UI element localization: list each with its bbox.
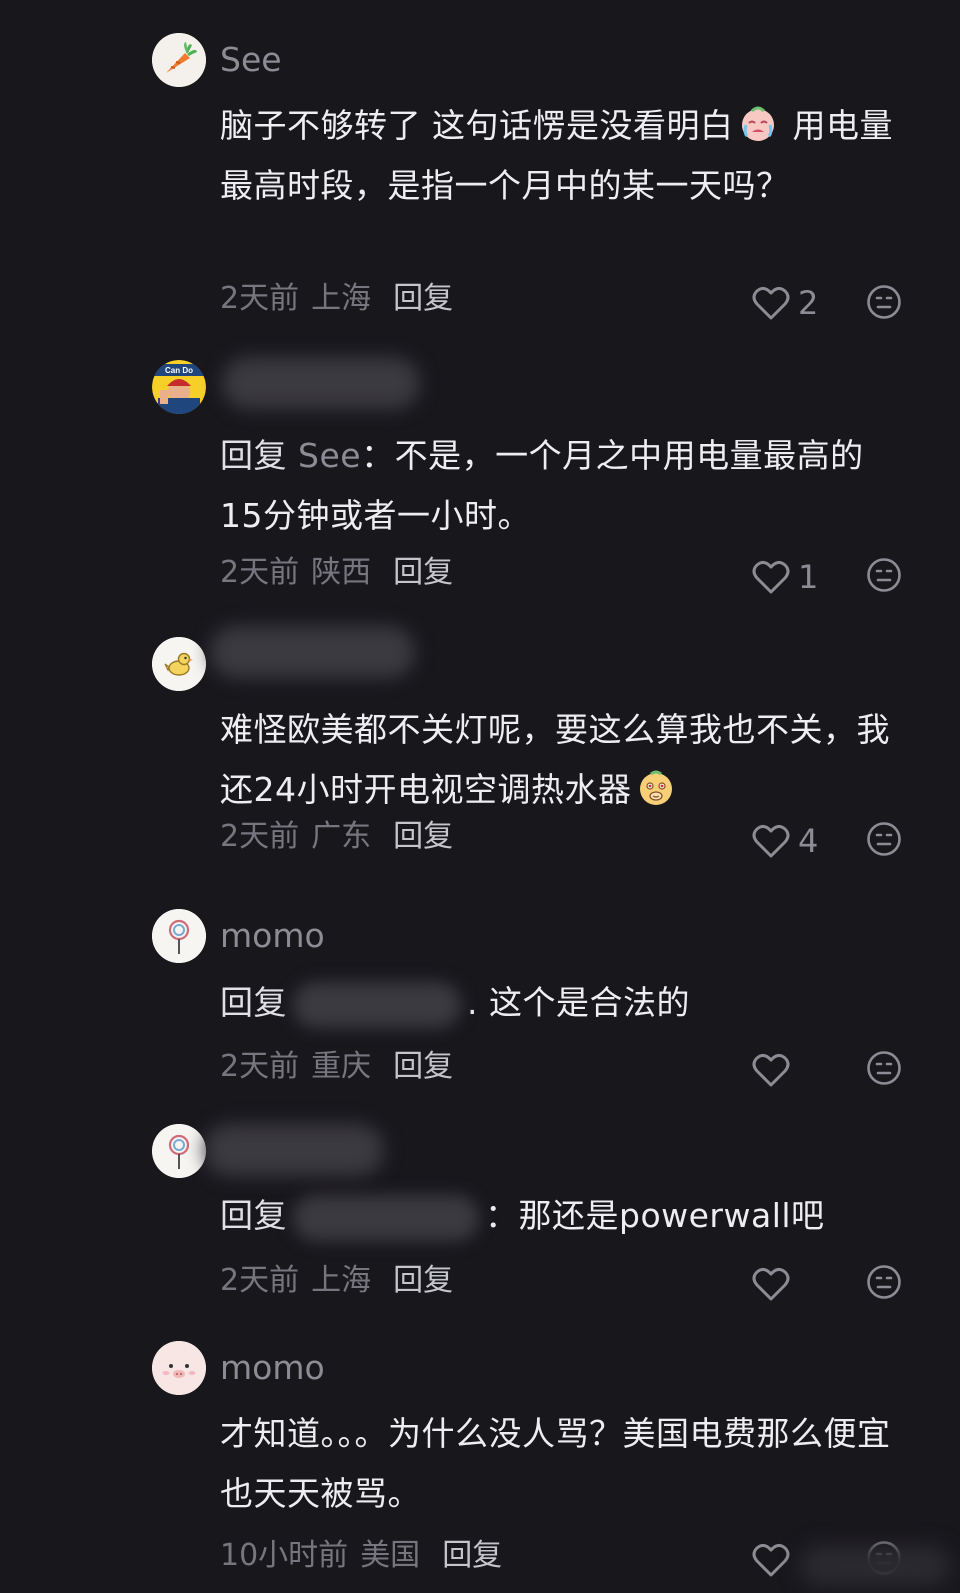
avatar-badge-text: Can Do	[165, 366, 193, 375]
emoji-reaction-button[interactable]	[866, 557, 902, 593]
comment-meta: 2天前 上海 回复	[220, 279, 453, 319]
comment-text: 回复 ：那还是powerwall吧	[220, 1186, 900, 1246]
emoji-reaction-button[interactable]	[866, 284, 902, 320]
heart-icon	[752, 1543, 790, 1577]
smirk-face-emoji	[636, 767, 676, 807]
comment-time: 2天前	[220, 555, 300, 590]
bird-avatar-icon	[152, 637, 206, 691]
avatar[interactable]	[152, 1124, 206, 1178]
watermark-overlay	[800, 1546, 950, 1586]
comment-text: 回复 See：不是，一个月之中用电量最高的15分钟或者一小时。	[220, 426, 900, 546]
comment-location: 广东	[311, 819, 372, 854]
avatar[interactable]	[152, 909, 206, 963]
reply-button[interactable]: 回复	[393, 819, 453, 854]
comment-text: 难怪欧美都不关灯呢，要这么算我也不关，我还24小时开电视空调热水器	[220, 700, 900, 820]
comment-location: 上海	[311, 1263, 372, 1298]
like-button[interactable]: 4	[752, 821, 818, 861]
crying-face-emoji	[738, 103, 778, 143]
heart-icon	[752, 286, 790, 320]
reply-button[interactable]: 回复	[393, 1049, 453, 1084]
reply-button[interactable]: 回复	[393, 1263, 453, 1298]
comment-location: 陕西	[311, 555, 372, 590]
heart-icon	[752, 824, 790, 858]
heart-icon	[752, 560, 790, 594]
like-button[interactable]	[752, 1264, 798, 1304]
comment-location: 美国	[360, 1538, 421, 1573]
comment-text-part: 脑子不够转了 这句话愣是没看明白	[220, 106, 734, 145]
emoji-reaction-button[interactable]	[866, 821, 902, 857]
comment-time: 2天前	[220, 1263, 300, 1298]
like-button[interactable]	[752, 1540, 798, 1580]
lollipop-avatar-icon	[152, 1124, 206, 1178]
redacted-username	[210, 626, 415, 678]
comment-username[interactable]: momo	[220, 1348, 325, 1388]
emoji-reaction-button[interactable]	[866, 1264, 902, 1300]
reply-button[interactable]: 回复	[393, 555, 453, 590]
comment-username[interactable]: See	[220, 40, 282, 80]
comment-location: 上海	[311, 281, 372, 316]
emoji-icon	[867, 1051, 901, 1085]
like-button[interactable]: 1	[752, 557, 818, 597]
like-count: 2	[798, 284, 819, 322]
we-can-do-it-avatar-icon: Can Do	[152, 360, 206, 414]
redacted-reply-target	[293, 981, 461, 1028]
reply-button[interactable]: 回复	[442, 1538, 502, 1573]
comment-text-part: 难怪欧美都不关灯呢，要这么算我也不关，我还24小时开电视空调热水器	[220, 710, 890, 809]
comment-meta: 2天前 陕西 回复	[220, 553, 453, 593]
reply-prefix: 回复	[220, 1196, 287, 1235]
reply-prefix: 回复	[220, 983, 287, 1022]
avatar[interactable]	[152, 1341, 206, 1395]
emoji-icon	[867, 1265, 901, 1299]
comment-time: 2天前	[220, 281, 300, 316]
heart-icon	[752, 1053, 790, 1087]
comment-text: 脑子不够转了 这句话愣是没看明白 用电量最高时段，是指一个月中的某一天吗？	[220, 96, 900, 216]
comment-location: 重庆	[311, 1049, 372, 1084]
emoji-reaction-button[interactable]	[866, 1050, 902, 1086]
avatar[interactable]	[152, 33, 206, 87]
comment-time: 2天前	[220, 1049, 300, 1084]
comment-meta: 2天前 重庆 回复	[220, 1047, 453, 1087]
redacted-username	[204, 1124, 384, 1176]
redacted-username	[222, 357, 420, 409]
comment-text-part: ：那还是powerwall吧	[485, 1196, 825, 1235]
comment-time: 10小时前	[220, 1538, 349, 1573]
like-button[interactable]: 2	[752, 283, 818, 323]
reply-button[interactable]: 回复	[393, 281, 453, 316]
avatar[interactable]: Can Do	[152, 360, 206, 414]
comment-text-part: 才知道。。。为什么没人骂？美国电费那么便宜也天天被骂。	[220, 1414, 891, 1513]
redacted-reply-target	[293, 1194, 479, 1241]
comment-text-part: . 这个是合法的	[467, 983, 690, 1022]
pig-avatar-icon	[152, 1341, 206, 1395]
like-button[interactable]	[752, 1050, 798, 1090]
comment-text: 回复 . 这个是合法的	[220, 973, 900, 1033]
comment-text: 才知道。。。为什么没人骂？美国电费那么便宜也天天被骂。	[220, 1404, 900, 1524]
emoji-icon	[867, 285, 901, 319]
comment-meta: 10小时前 美国 回复	[220, 1536, 502, 1576]
comment-time: 2天前	[220, 819, 300, 854]
like-count: 1	[798, 558, 819, 596]
carrot-avatar-icon	[152, 33, 206, 87]
comment-username[interactable]: momo	[220, 916, 325, 956]
comment-meta: 2天前 上海 回复	[220, 1261, 453, 1301]
like-count: 4	[798, 822, 819, 860]
lollipop-avatar-icon	[152, 909, 206, 963]
comment-meta: 2天前 广东 回复	[220, 817, 453, 857]
emoji-icon	[867, 822, 901, 856]
emoji-icon	[867, 558, 901, 592]
reply-target-username[interactable]: See	[298, 436, 361, 475]
avatar[interactable]	[152, 637, 206, 691]
reply-prefix: 回复	[220, 436, 287, 475]
heart-icon	[752, 1267, 790, 1301]
